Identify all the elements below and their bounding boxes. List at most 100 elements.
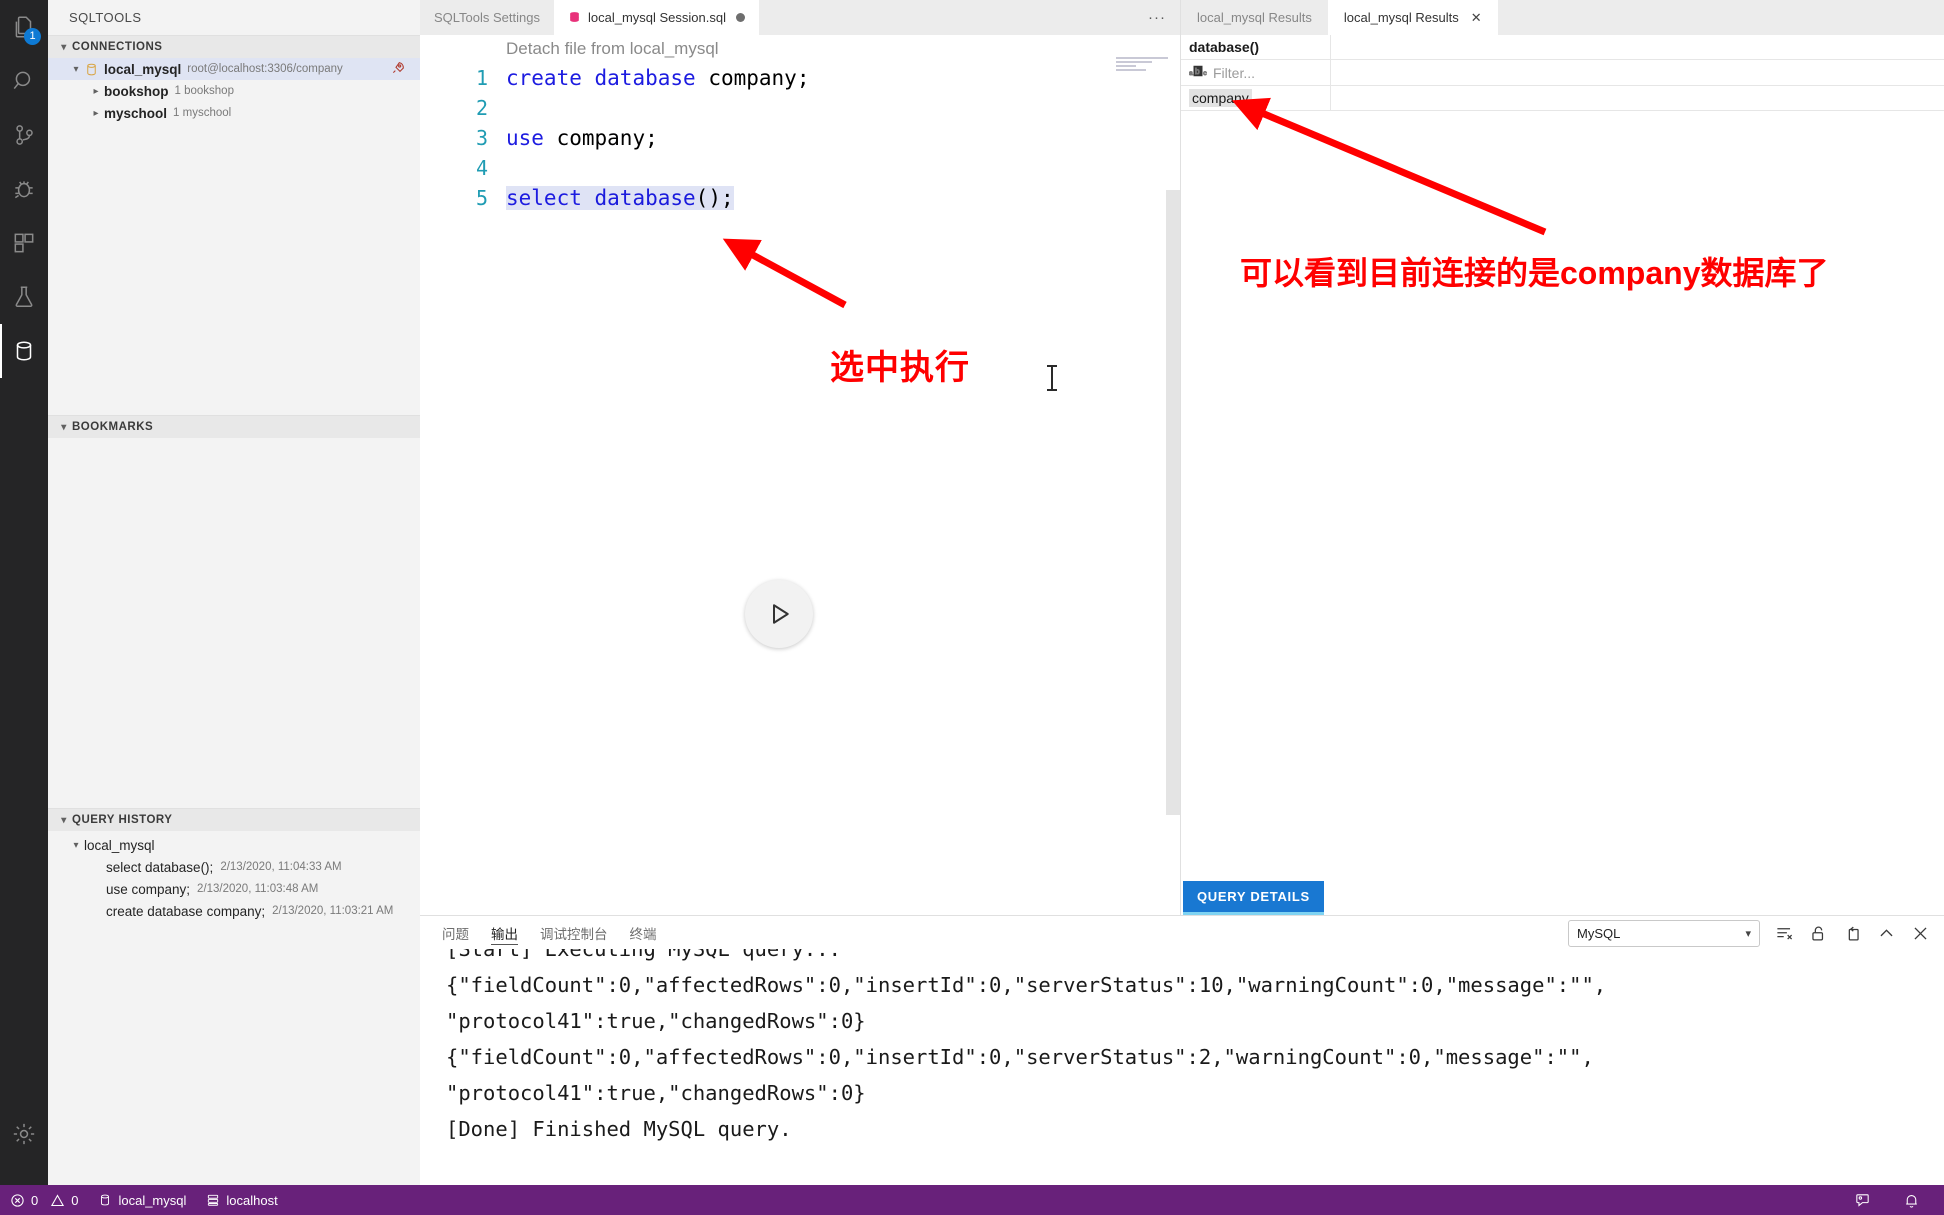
bottom-panel: 问题 输出 调试控制台 终端 MySQL ▾ [Start] Executing… [420, 915, 1944, 1186]
grid-header-row: database() [1181, 35, 1944, 60]
clear-output-icon[interactable] [1774, 924, 1794, 944]
chevron-up-icon[interactable] [1876, 924, 1896, 944]
bookmarks-label: BOOKMARKS [72, 421, 154, 433]
testing-flask-icon[interactable] [0, 270, 48, 324]
database-icon[interactable] [0, 324, 48, 378]
code-line: 3 use company; [420, 123, 1180, 153]
line-number: 2 [475, 96, 488, 120]
output-channel-select[interactable]: MySQL ▾ [1568, 920, 1760, 947]
code-line: 1 create database company; [420, 63, 1180, 93]
panel-tab-problems[interactable]: 问题 [442, 923, 469, 944]
query-history-group[interactable]: ▾ local_mysql [48, 834, 420, 856]
error-count: 0 [31, 1192, 39, 1208]
results-tab-active[interactable]: local_mysql Results ✕ [1327, 0, 1498, 35]
code-editor[interactable]: Detach file from local_mysql 1 create da… [420, 35, 1180, 915]
gear-icon[interactable] [0, 1107, 48, 1161]
query-details-button[interactable]: QUERY DETAILS [1183, 881, 1324, 912]
grid-cell[interactable]: company [1181, 86, 1331, 110]
line-number: 4 [475, 156, 488, 180]
status-host[interactable]: localhost [196, 1185, 287, 1215]
query-details-container: QUERY DETAILS [1183, 881, 1324, 915]
query-history-item[interactable]: create database company; 2/13/2020, 11:0… [48, 900, 420, 922]
close-icon[interactable]: ✕ [1471, 10, 1482, 26]
extensions-icon[interactable] [0, 216, 48, 270]
tree-item-local_mysql[interactable]: ▾ local_mysql root@localhost:3306/compan… [48, 58, 420, 80]
chevron-down-icon: ▾ [61, 814, 67, 826]
output-channel-value: MySQL [1577, 926, 1621, 941]
rocket-icon[interactable] [390, 60, 406, 79]
svg-text:c: c [1203, 70, 1207, 77]
chevron-down-icon: ▾ [73, 839, 79, 851]
schema-name: myschool [104, 105, 168, 121]
grid-cell[interactable] [1331, 86, 1944, 110]
tab-local-mysql-session[interactable]: local_mysql Session.sql [553, 0, 759, 35]
svg-text:b: b [1195, 67, 1200, 76]
sql-file-icon [570, 12, 579, 22]
output-view[interactable]: [Start] Executing MySQL query... {"fieldC… [420, 949, 1944, 1186]
query-history-item[interactable]: use company; 2/13/2020, 11:03:48 AM [48, 878, 420, 900]
query-time: 2/13/2020, 11:03:21 AM [272, 905, 394, 917]
bookmarks-section: ▾ BOOKMARKS [48, 415, 420, 438]
editor-group: SQLTools Settings local_mysql Session.sq… [420, 0, 1180, 915]
output-scrollbar[interactable] [1930, 949, 1944, 1186]
feedback-icon[interactable] [1844, 1185, 1881, 1215]
query-history-item[interactable]: select database(); 2/13/2020, 11:04:33 A… [48, 856, 420, 878]
sidebar-section-connections[interactable]: ▾ CONNECTIONS [48, 35, 420, 58]
panel-tab-output[interactable]: 输出 [491, 923, 518, 945]
scrollbar-thumb[interactable] [1166, 190, 1180, 815]
status-bar-right [1844, 1185, 1944, 1215]
panel-tab-terminal[interactable]: 终端 [630, 923, 657, 944]
column-header[interactable]: database() [1181, 35, 1331, 59]
chevron-down-icon: ▾ [73, 63, 79, 75]
more-actions-icon: ··· [1148, 9, 1166, 26]
close-icon[interactable] [1910, 924, 1930, 944]
tab-sqltools-settings[interactable]: SQLTools Settings [420, 0, 554, 35]
status-bar: 0 0 local_mysql localhost [0, 1185, 1944, 1215]
filter-input[interactable]: ba c Filter... [1181, 60, 1331, 85]
run-query-button[interactable] [745, 580, 813, 648]
schema-detail: 1 myschool [173, 107, 232, 119]
panel-tab-bar: 问题 输出 调试控制台 终端 MySQL ▾ [420, 916, 1944, 951]
connection-name: local_mysql [104, 61, 182, 77]
tree-item-myschool[interactable]: ▸ myschool 1 myschool [48, 102, 420, 124]
filter-placeholder: Filter... [1213, 64, 1256, 81]
column-header-blank[interactable] [1331, 35, 1944, 59]
code-line: 4 [420, 153, 1180, 183]
search-icon[interactable] [0, 54, 48, 108]
tree-item-bookshop[interactable]: ▸ bookshop 1 bookshop [48, 80, 420, 102]
chevron-down-icon: ▾ [61, 421, 67, 433]
query-history-label: QUERY HISTORY [72, 814, 173, 826]
sidebar-section-bookmarks[interactable]: ▾ BOOKMARKS [48, 415, 420, 438]
vscode-window: 1 SQLTOOLS ▾ CONNECTIONS ▾ local_mysql r… [0, 0, 1944, 1215]
svg-text:a: a [1189, 70, 1193, 77]
output-line: {"fieldCount":0,"affectedRows":0,"insert… [446, 973, 1607, 997]
filter-input-blank[interactable] [1331, 60, 1944, 85]
output-line: [Done] Finished MySQL query. [446, 1117, 792, 1141]
editor-scrollbar[interactable] [1166, 190, 1180, 815]
codelens-detach-file[interactable]: Detach file from local_mysql [506, 39, 719, 59]
status-connection[interactable]: local_mysql [88, 1185, 196, 1215]
lock-scroll-icon[interactable] [1808, 924, 1828, 944]
results-tab-label: local_mysql Results [1197, 10, 1312, 25]
run-debug-icon[interactable] [0, 162, 48, 216]
sidebar-section-query-history[interactable]: ▾ QUERY HISTORY [48, 808, 420, 831]
table-row[interactable]: company [1181, 86, 1944, 111]
results-tab-inactive[interactable]: local_mysql Results [1181, 0, 1328, 35]
panel-tab-debug-console[interactable]: 调试控制台 [540, 923, 608, 944]
schema-detail: 1 bookshop [174, 85, 234, 97]
editor-tabbar-overflow[interactable]: ··· [1148, 0, 1180, 35]
source-control-icon[interactable] [0, 108, 48, 162]
code-lines: 1 create database company; 2 3 use compa… [420, 63, 1180, 213]
query-history-section: ▾ QUERY HISTORY ▾ local_mysql select dat… [48, 808, 420, 922]
host-label: localhost [226, 1192, 278, 1208]
connection-detail: root@localhost:3306/company [187, 63, 343, 75]
chevron-down-icon: ▾ [1745, 928, 1751, 940]
line-content: use company; [506, 126, 658, 150]
editor-tab-bar: SQLTools Settings local_mysql Session.sq… [420, 0, 1180, 35]
dirty-indicator-icon[interactable] [736, 13, 745, 22]
status-problems[interactable]: 0 0 [0, 1185, 88, 1215]
line-content: create database company; [506, 66, 810, 90]
explorer-icon[interactable]: 1 [0, 0, 48, 54]
bell-icon[interactable] [1893, 1185, 1930, 1215]
open-in-editor-icon[interactable] [1842, 924, 1862, 944]
